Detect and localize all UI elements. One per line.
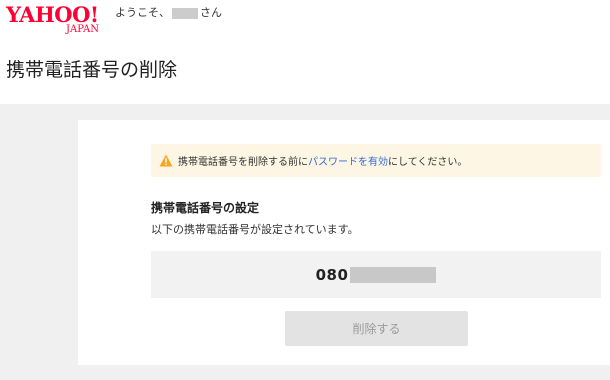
warning-triangle-icon: [159, 154, 173, 167]
welcome-greeting: ようこそ、 さん: [115, 6, 222, 20]
greeting-prefix: ようこそ、: [115, 6, 170, 19]
section-description: 以下の携帯電話番号が設定されています。: [151, 223, 359, 236]
header: YAHOO! JAPAN ようこそ、 さん: [0, 0, 610, 40]
logo-subtitle: JAPAN: [66, 24, 100, 35]
delete-button[interactable]: 削除する: [285, 311, 468, 346]
warning-banner: 携帯電話番号を削除する前にパスワードを有効にしてください。: [151, 144, 601, 177]
section-title: 携帯電話番号の設定: [151, 201, 260, 215]
content-card: 携帯電話番号を削除する前にパスワードを有効にしてください。 携帯電話番号の設定 …: [78, 120, 610, 365]
masked-phone-digits: [350, 266, 437, 283]
phone-number-display: 080: [151, 251, 601, 298]
warning-text-before: 携帯電話番号を削除する前に: [178, 157, 308, 168]
logo-wordmark: YAHOO!: [6, 2, 99, 27]
greeting-suffix: さん: [200, 6, 222, 19]
masked-username: [172, 7, 198, 19]
page-title: 携帯電話番号の削除: [6, 59, 178, 81]
yahoo-japan-logo[interactable]: YAHOO! JAPAN: [6, 4, 110, 40]
enable-password-link[interactable]: パスワードを有効: [308, 157, 388, 168]
phone-number-prefix: 080: [315, 265, 349, 284]
warning-text-after: にしてください。: [388, 157, 468, 168]
warning-text: 携帯電話番号を削除する前にパスワードを有効にしてください。: [178, 153, 467, 168]
